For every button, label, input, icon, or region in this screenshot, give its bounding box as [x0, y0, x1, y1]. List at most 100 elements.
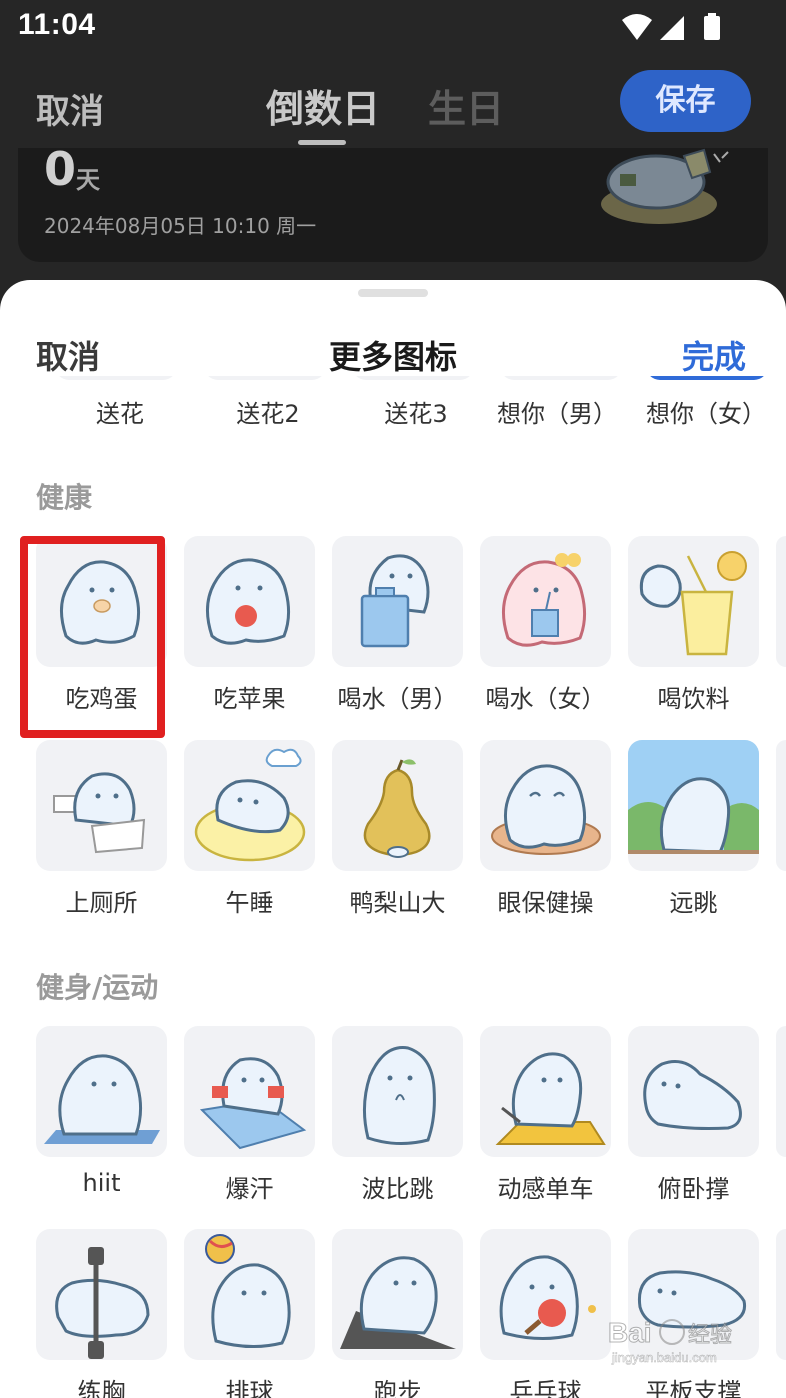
icon-item-eye-exercise[interactable]: 眼保健操 — [480, 740, 628, 940]
icon-tile[interactable] — [184, 1026, 315, 1157]
ghost-drink-icon — [639, 551, 747, 656]
icon-item-hiit[interactable]: hiit — [36, 1026, 184, 1226]
icon-tile-partial[interactable] — [776, 740, 786, 871]
watermark-brand2: 经验 — [688, 1323, 732, 1348]
icon-label: 鸭梨山大 — [349, 889, 446, 917]
icon-tile[interactable] — [184, 536, 315, 667]
ghost-apple-icon — [206, 558, 291, 645]
icon-item-toilet[interactable]: 上厕所 — [36, 740, 184, 940]
tab-indicator — [298, 140, 346, 145]
icon-label: 送花3 — [384, 400, 448, 428]
ghost-barbell-icon — [55, 1247, 150, 1359]
icon-item-drink-water-male[interactable]: 喝水（男） — [332, 536, 480, 736]
top-cancel-button[interactable]: 取消 — [36, 84, 104, 133]
event-card: 0 天 2024年08月05日 10:10 周一 — [18, 142, 768, 262]
ghost-water-icon — [360, 554, 430, 648]
icon-item-drink-water-female[interactable]: 喝水（女） — [480, 536, 628, 736]
icon-tile[interactable] — [628, 740, 759, 871]
icon-tile[interactable] — [500, 376, 622, 380]
event-date: 2024年08月05日 10:10 周一 — [44, 214, 317, 238]
tab-countdown[interactable]: 倒数日 — [266, 78, 380, 133]
icon-tile[interactable] — [332, 1026, 463, 1157]
status-icons — [622, 13, 720, 40]
icon-tile-partial[interactable] — [776, 536, 786, 667]
save-button[interactable]: 保存 — [620, 70, 751, 132]
days-count: 0 — [44, 142, 77, 196]
icon-tile[interactable] — [204, 376, 326, 380]
icon-tile[interactable] — [332, 536, 463, 667]
icon-tile[interactable] — [332, 1229, 463, 1360]
status-bar: 11:04 — [0, 0, 786, 56]
icon-label: 眼保健操 — [497, 889, 594, 917]
icon-tile[interactable] — [36, 1229, 167, 1360]
ghost-nap-icon — [194, 748, 306, 862]
icon-tile[interactable] — [352, 376, 474, 380]
section-title-fitness: 健身/运动 — [36, 971, 159, 1004]
icon-label: 送花2 — [236, 400, 300, 428]
sheet-title: 更多图标 — [328, 338, 457, 376]
ghost-hiit-icon — [44, 1054, 160, 1144]
icon-item-look-far[interactable]: 远眺 — [628, 740, 776, 940]
ghost-water-girl-icon — [502, 553, 587, 647]
icon-item-pushup[interactable]: 俯卧撑 — [628, 1026, 776, 1226]
icon-label: 想你（女） — [646, 400, 766, 428]
icon-label: hiit — [82, 1169, 121, 1197]
icon-tile[interactable] — [480, 740, 611, 871]
icon-label: 午睡 — [225, 889, 274, 917]
icon-tile[interactable] — [36, 1026, 167, 1157]
ghost-treadmill-icon — [340, 1256, 456, 1349]
icon-item-drink-beverage[interactable]: 喝饮料 — [628, 536, 776, 736]
section-title-health: 健康 — [36, 481, 93, 514]
icon-item-spin-bike[interactable]: 动感单车 — [480, 1026, 628, 1226]
status-time: 11:04 — [18, 8, 96, 41]
icon-tile[interactable] — [480, 1026, 611, 1157]
icon-item-pressure[interactable]: 鸭梨山大 — [332, 740, 480, 940]
sleeping-ghost-icon — [601, 148, 729, 224]
done-button[interactable]: 完成 — [682, 332, 746, 378]
signal-icon — [660, 16, 684, 40]
icon-tile[interactable] — [332, 740, 463, 871]
icon-label: 跑步 — [373, 1378, 422, 1398]
icon-tile[interactable] — [480, 1229, 611, 1360]
ghost-burpee-icon — [363, 1046, 436, 1145]
icon-item-running[interactable]: 跑步 — [332, 1229, 480, 1398]
icon-label: 动感单车 — [497, 1175, 594, 1203]
ghost-window-icon — [628, 740, 759, 854]
battery-icon — [704, 16, 720, 40]
ghost-pushup-icon — [643, 1060, 742, 1130]
icon-label: 吃苹果 — [213, 685, 286, 713]
icon-grid-scroll[interactable]: 送花 送花2 送花3 想你（男） 想你（女） 健康 吃鸡蛋 吃苹果 喝水（男） … — [0, 376, 786, 1398]
icon-tile-partial[interactable] — [776, 1229, 786, 1360]
icon-item-volleyball[interactable]: 排球 — [184, 1229, 332, 1398]
icon-label: 练胸 — [77, 1378, 126, 1398]
icon-tile[interactable] — [628, 1026, 759, 1157]
ghost-pingpong-icon — [499, 1255, 596, 1341]
icon-item-chest[interactable]: 练胸 — [36, 1229, 184, 1398]
ghost-toilet-icon — [53, 772, 146, 854]
icon-label: 排球 — [225, 1378, 274, 1398]
icon-tile[interactable] — [36, 740, 167, 871]
wifi-icon — [622, 14, 652, 40]
icon-label: 波比跳 — [361, 1175, 434, 1203]
icon-item-sweat[interactable]: 爆汗 — [184, 1026, 332, 1226]
icon-tile-selected[interactable] — [646, 376, 768, 380]
selection-highlight-box — [20, 536, 165, 738]
icon-label: 远眺 — [669, 889, 718, 917]
icon-tile[interactable] — [184, 740, 315, 871]
drag-handle[interactable] — [358, 289, 428, 297]
icon-tile[interactable] — [628, 536, 759, 667]
icon-tile-partial[interactable] — [776, 1026, 786, 1157]
icon-item-eat-apple[interactable]: 吃苹果 — [184, 536, 332, 736]
icon-tile[interactable] — [184, 1229, 315, 1360]
icon-tile[interactable] — [480, 536, 611, 667]
icon-label: 俯卧撑 — [657, 1175, 730, 1203]
icon-item-nap[interactable]: 午睡 — [184, 740, 332, 940]
ghost-volleyball-icon — [205, 1234, 291, 1349]
tab-birthday[interactable]: 生日 — [428, 78, 504, 133]
top-bar: 取消 倒数日 生日 保存 — [0, 56, 786, 150]
ghost-bike-icon — [495, 1052, 606, 1145]
icon-tile[interactable] — [55, 376, 177, 380]
icon-label: 喝饮料 — [657, 685, 730, 713]
icon-item-burpee[interactable]: 波比跳 — [332, 1026, 480, 1226]
partial-icon-row: 送花 送花2 送花3 想你（男） 想你（女） — [0, 376, 786, 436]
